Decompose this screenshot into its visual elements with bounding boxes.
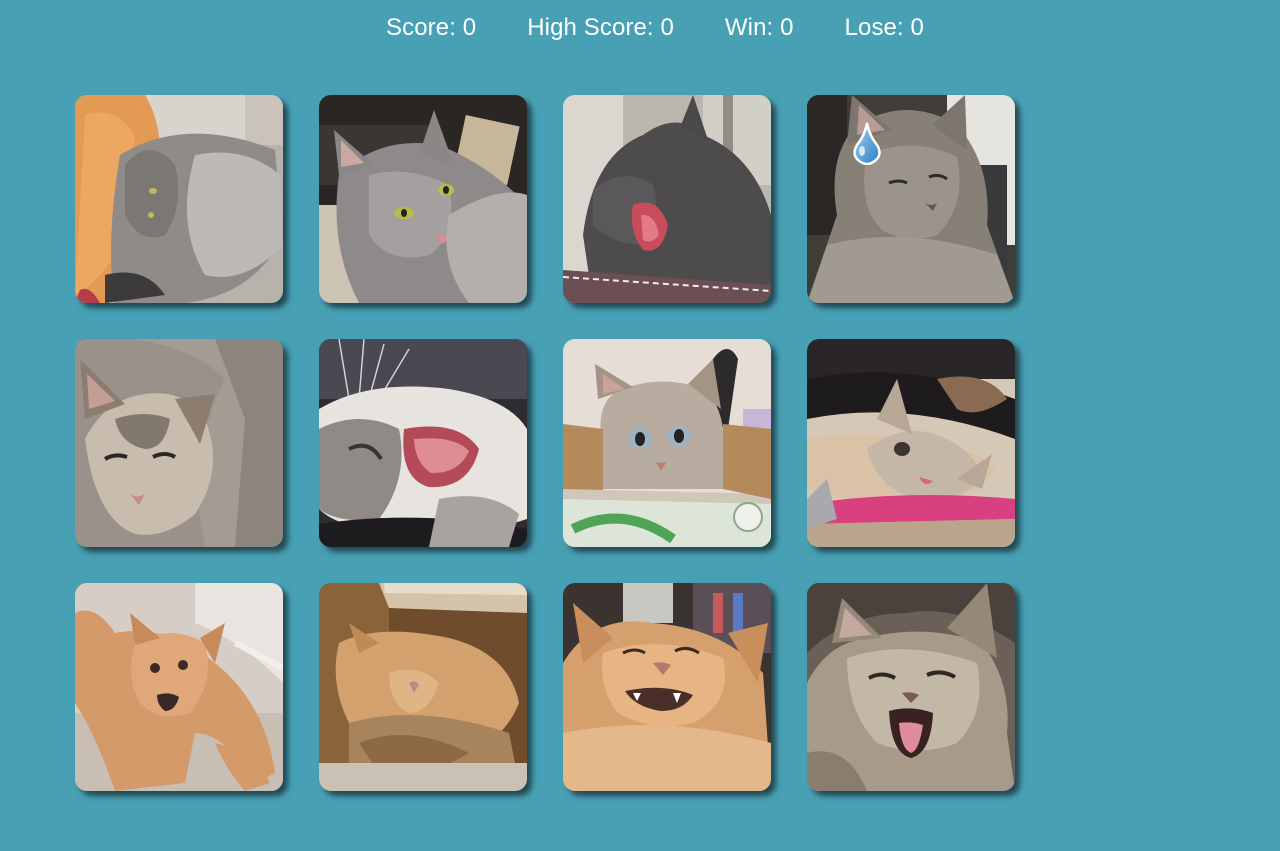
card-5[interactable] <box>75 339 283 547</box>
cat-photo-gray-squinting <box>807 95 1015 303</box>
score-label: Score: 0 <box>386 14 477 41</box>
card-3[interactable] <box>563 95 771 303</box>
card-grid <box>75 95 1015 791</box>
scoreboard: Score: 0 High Score: 0 Win: 0 Lose: 0 <box>0 13 1280 43</box>
cat-photo-tabby-in-box <box>563 339 771 547</box>
lose-count-label: Lose: 0 <box>844 14 924 41</box>
card-9[interactable] <box>75 583 283 791</box>
cat-photo-gray-looking <box>319 95 527 303</box>
card-8[interactable] <box>807 339 1015 547</box>
cat-photo-orange-in-box <box>319 583 527 791</box>
cat-photo-orange-kitten <box>75 583 283 791</box>
cat-photo-tabby-yawning <box>807 583 1015 791</box>
cat-photo-white-yawning <box>319 339 527 547</box>
win-count-label: Win: 0 <box>724 14 794 41</box>
card-4[interactable] <box>807 95 1015 303</box>
cat-photo-dark-yawning <box>563 95 771 303</box>
card-12[interactable] <box>807 583 1015 791</box>
card-11[interactable] <box>563 583 771 791</box>
card-2[interactable] <box>319 95 527 303</box>
card-7[interactable] <box>563 339 771 547</box>
card-1[interactable] <box>75 95 283 303</box>
card-6[interactable] <box>319 339 527 547</box>
cat-photo-siamese-blanket <box>75 339 283 547</box>
cat-photo-gray-fluffy-lying <box>75 95 283 303</box>
cat-photo-orange-closeup <box>563 583 771 791</box>
cat-photo-lying-scratcher <box>807 339 1015 547</box>
card-10[interactable] <box>319 583 527 791</box>
high-score-label: High Score: 0 <box>527 14 674 41</box>
water-drop-icon <box>853 122 881 165</box>
